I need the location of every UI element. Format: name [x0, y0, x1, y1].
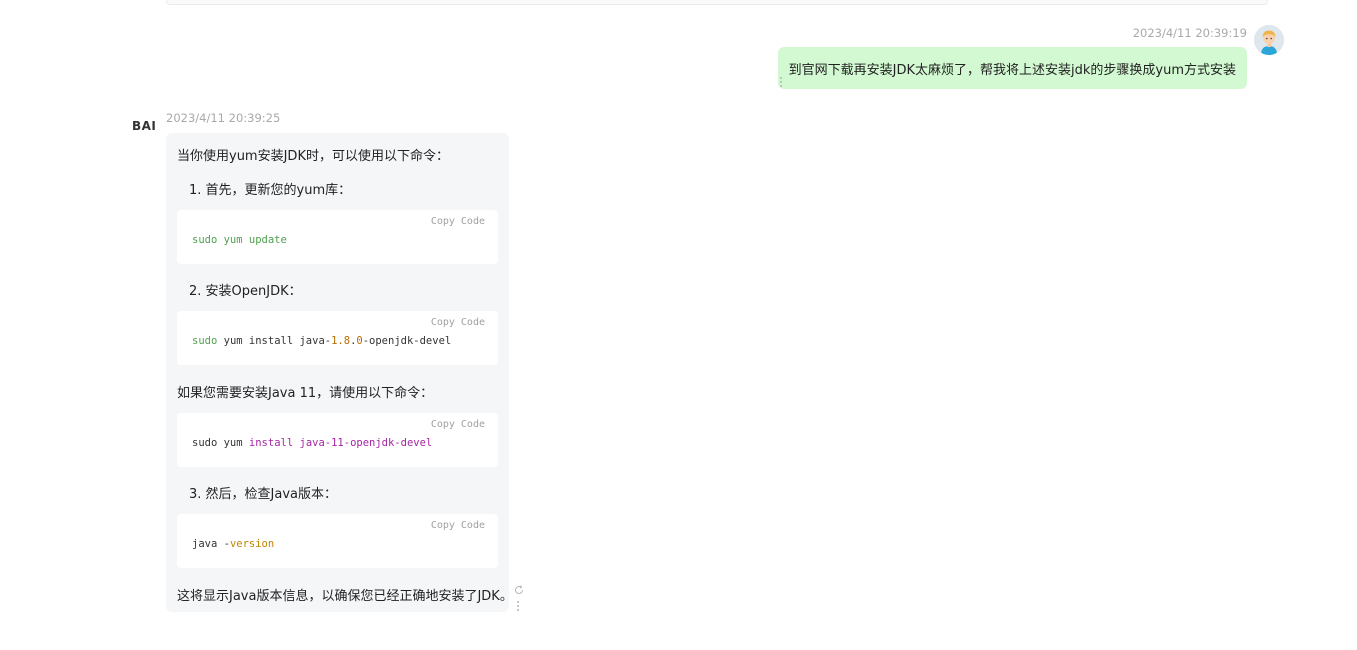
step-3-text: 3. 然后，检查Java版本： — [189, 487, 337, 502]
bot-message-timestamp: 2023/4/11 20:39:25 — [166, 111, 281, 125]
bot-message-more-icon[interactable] — [517, 601, 521, 613]
copy-code-button[interactable]: Copy Code — [431, 520, 485, 531]
code-block-3: Copy Code sudo yum install java-11-openj… — [177, 413, 498, 467]
step-1-text: 1. 首先，更新您的yum库： — [189, 183, 352, 198]
bot-message-bubble: 当你使用yum安装JDK时，可以使用以下命令： 1. 首先，更新您的yum库： … — [166, 133, 513, 612]
code-line: java -version — [192, 538, 275, 550]
copy-code-button[interactable]: Copy Code — [431, 317, 485, 328]
code-block-1: Copy Code sudo yum update — [177, 210, 498, 264]
previous-message-edge — [166, 0, 1268, 5]
bot-logo: BAI — [132, 119, 157, 133]
code-line: sudo yum update — [192, 234, 287, 246]
user-message-bubble: 到官网下载再安装JDK太麻烦了，帮我将上述安装jdk的步骤换成yum方式安装 — [777, 47, 1247, 89]
java11-note-text: 如果您需要安装Java 11，请使用以下命令： — [177, 386, 434, 401]
code-line: sudo yum install java-11-openjdk-devel — [192, 437, 433, 449]
chat-page: 2023/4/11 20:39:19 到官网下载再安装JDK太麻烦了，帮我将上述… — [0, 0, 1357, 650]
user-avatar-icon[interactable] — [1254, 25, 1284, 55]
regenerate-icon[interactable] — [514, 580, 524, 594]
code-block-4: Copy Code java -version — [177, 514, 498, 568]
copy-code-button[interactable]: Copy Code — [431, 419, 485, 430]
code-block-2: Copy Code sudo yum install java-1.8.0-op… — [177, 311, 498, 365]
user-message-text: 到官网下载再安装JDK太麻烦了，帮我将上述安装jdk的步骤换成yum方式安装 — [788, 62, 1236, 78]
user-message-more-icon[interactable] — [780, 77, 784, 89]
bot-intro-text: 当你使用yum安装JDK时，可以使用以下命令： — [177, 149, 449, 164]
step-2-text: 2. 安装OpenJDK： — [189, 284, 302, 299]
code-line: sudo yum install java-1.8.0-openjdk-deve… — [192, 335, 452, 347]
copy-code-button[interactable]: Copy Code — [431, 216, 485, 227]
bot-outro-text: 这将显示Java版本信息，以确保您已经正确地安装了JDK。 — [177, 589, 513, 604]
user-message-timestamp: 2023/4/11 20:39:19 — [1132, 26, 1247, 40]
